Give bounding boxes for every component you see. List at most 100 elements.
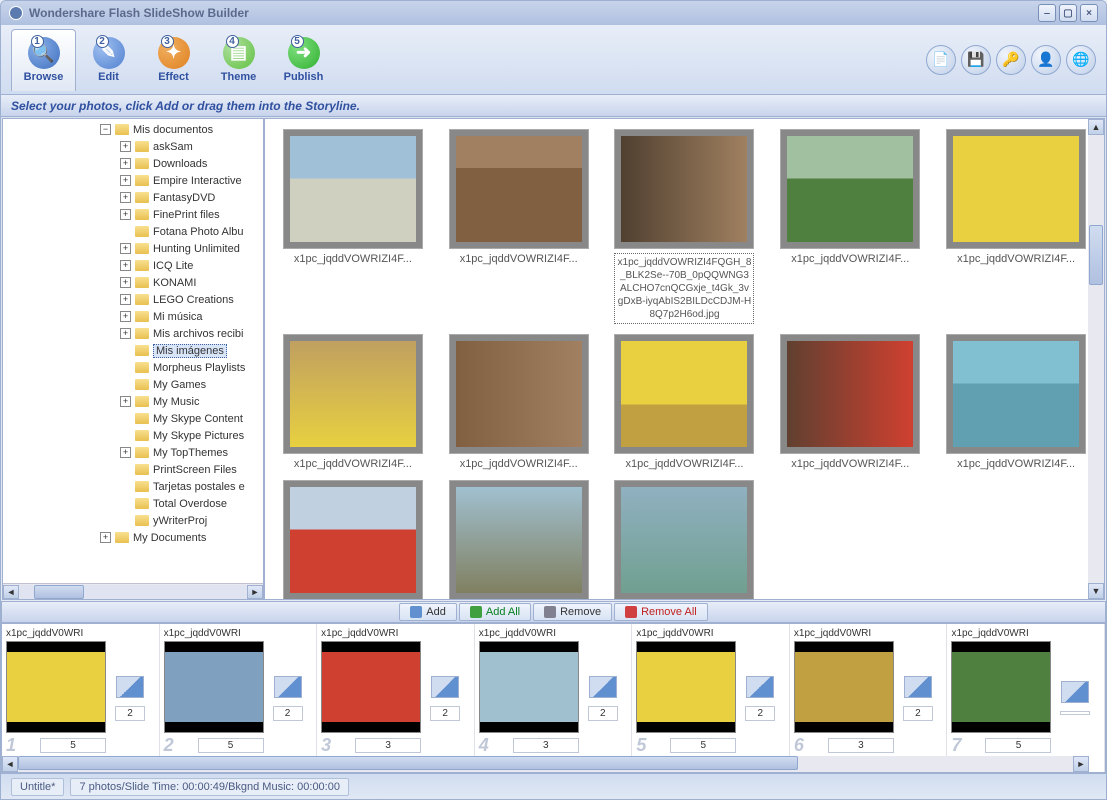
remove-icon — [544, 606, 556, 618]
tree-item[interactable]: +Downloads — [5, 155, 261, 172]
transition-duration[interactable]: 2 — [745, 706, 775, 721]
transition-duration[interactable]: 2 — [588, 706, 618, 721]
tree-item[interactable]: +My TopThemes — [5, 444, 261, 461]
story-duration[interactable]: 5 — [40, 738, 106, 753]
thumbnail-item[interactable]: x1pc_jqddVOWRIZI4F... — [441, 334, 597, 470]
thumbnail-item[interactable]: x1pc_jqddVOWRIZI4F... — [441, 480, 597, 600]
story-filename: x1pc_jqddV0WRI — [321, 628, 421, 639]
tree-item[interactable]: Total Overdose — [5, 495, 261, 512]
thumbnail-item[interactable]: x1pc_jqddVOWRIZI4FQGH_8_BLK2Se--70B_0pQQ… — [607, 129, 763, 324]
thumbnail-item[interactable]: x1pc_jqddVOWRIZI4F... — [938, 129, 1094, 324]
tree-item[interactable]: +FinePrint files — [5, 206, 261, 223]
scroll-left-icon[interactable]: ◄ — [2, 756, 18, 772]
remove-button[interactable]: Remove — [533, 603, 612, 621]
storyline-hscrollbar[interactable]: ◄ ► — [2, 756, 1089, 772]
tree-item[interactable]: +My Documents — [5, 529, 261, 546]
storyline-item[interactable]: x1pc_jqddV0WRI152 — [2, 624, 160, 772]
key-button[interactable]: 🔑 — [996, 45, 1026, 75]
tree-item[interactable]: +My Music — [5, 393, 261, 410]
transition-duration[interactable]: 2 — [115, 706, 145, 721]
thumbnail-item[interactable]: x1pc_jqddVOWRIZI4F... — [275, 334, 431, 470]
add-button[interactable]: Add — [399, 603, 457, 621]
transition-icon[interactable] — [746, 676, 774, 698]
story-duration[interactable]: 3 — [513, 738, 579, 753]
scroll-thumb[interactable] — [1089, 225, 1103, 285]
storyline-item[interactable]: x1pc_jqddV0WRI332 — [317, 624, 475, 772]
tab-edit[interactable]: 2✎ Edit — [76, 29, 141, 91]
storyline-item[interactable]: x1pc_jqddV0WRI632 — [790, 624, 948, 772]
globe-button[interactable]: 🌐 — [1066, 45, 1096, 75]
tab-effect[interactable]: 3✦ Effect — [141, 29, 206, 91]
transition-icon[interactable] — [904, 676, 932, 698]
tree-item[interactable]: Tarjetas postales e — [5, 478, 261, 495]
minimize-button[interactable]: ‒ — [1038, 4, 1056, 22]
tree-item[interactable]: PrintScreen Files — [5, 461, 261, 478]
tree-item[interactable]: +Hunting Unlimited — [5, 240, 261, 257]
tree-item[interactable]: yWriterProj — [5, 512, 261, 529]
scroll-up-icon[interactable]: ▲ — [1088, 119, 1104, 135]
document-button[interactable]: 📄 — [926, 45, 956, 75]
transition-duration[interactable] — [1060, 711, 1090, 715]
transition-icon[interactable] — [589, 676, 617, 698]
tree-item[interactable]: +KONAMI — [5, 274, 261, 291]
story-duration[interactable]: 5 — [198, 738, 264, 753]
thumbnail-item[interactable]: x1pc_jqddVOWRIZI4F... — [275, 129, 431, 324]
transition-duration[interactable]: 2 — [430, 706, 460, 721]
tree-item[interactable]: +Empire Interactive — [5, 172, 261, 189]
thumbnail-item[interactable]: x1pc_jqddVOWRIZI4F... — [441, 129, 597, 324]
tree-item[interactable]: +Mi música — [5, 308, 261, 325]
scroll-thumb[interactable] — [34, 585, 84, 599]
maximize-button[interactable]: ▢ — [1059, 4, 1077, 22]
scroll-right-icon[interactable]: ► — [247, 585, 263, 599]
scroll-right-icon[interactable]: ► — [1073, 756, 1089, 772]
tree-item[interactable]: +ICQ Lite — [5, 257, 261, 274]
thumbnail-item[interactable]: x1pc_jqddVOWRIZI4F... — [772, 334, 928, 470]
user-button[interactable]: 👤 — [1031, 45, 1061, 75]
tree-hscrollbar[interactable]: ◄ ► — [3, 583, 263, 599]
save-button[interactable]: 💾 — [961, 45, 991, 75]
scroll-thumb[interactable] — [18, 756, 798, 770]
tab-publish[interactable]: 5➜ Publish — [271, 29, 336, 91]
story-duration[interactable]: 3 — [828, 738, 894, 753]
scroll-down-icon[interactable]: ▼ — [1088, 583, 1104, 599]
thumbnail-item[interactable]: x1pc_jqddVOWRIZI4F... — [938, 334, 1094, 470]
transition-duration[interactable]: 2 — [903, 706, 933, 721]
tree-item[interactable]: +Mis archivos recibi — [5, 325, 261, 342]
thumbnail-item[interactable]: x1pc_jqddVOWRIZI4F... — [607, 334, 763, 470]
tab-browse[interactable]: 1🔍 Browse — [11, 29, 76, 91]
transition-icon[interactable] — [431, 676, 459, 698]
thumb-vscrollbar[interactable]: ▲ ▼ — [1088, 119, 1104, 599]
thumbnail-item[interactable]: x1pc_jqddVOWRIZI4F... — [275, 480, 431, 600]
storyline-item[interactable]: x1pc_jqddV0WRI432 — [475, 624, 633, 772]
scroll-left-icon[interactable]: ◄ — [3, 585, 19, 599]
tree-item[interactable]: My Games — [5, 376, 261, 393]
theme-icon: 4▤ — [223, 37, 255, 69]
tree-item[interactable]: +LEGO Creations — [5, 291, 261, 308]
close-button[interactable]: × — [1080, 4, 1098, 22]
tab-theme[interactable]: 4▤ Theme — [206, 29, 271, 91]
tree-item[interactable]: Morpheus Playlists — [5, 359, 261, 376]
story-duration[interactable]: 5 — [985, 738, 1051, 753]
thumbnail-item[interactable]: x1pc_jqddVOWRIZI4F... — [772, 129, 928, 324]
thumbnail-item[interactable]: x1pc_jqddVOWRIZI4F... — [607, 480, 763, 600]
story-duration[interactable]: 3 — [355, 738, 421, 753]
tree-item[interactable]: +FantasyDVD — [5, 189, 261, 206]
tree-item[interactable]: Fotana Photo Albu — [5, 223, 261, 240]
transition-duration[interactable]: 2 — [273, 706, 303, 721]
storyline-item[interactable]: x1pc_jqddV0WRI75 — [947, 624, 1105, 772]
transition-icon[interactable] — [1061, 681, 1089, 703]
thumbnail-grid: x1pc_jqddVOWRIZI4F...x1pc_jqddVOWRIZI4F.… — [275, 129, 1094, 600]
tree-item[interactable]: Mis imágenes — [5, 342, 261, 359]
add-all-button[interactable]: Add All — [459, 603, 531, 621]
story-duration[interactable]: 5 — [670, 738, 736, 753]
tree-item[interactable]: My Skype Content — [5, 410, 261, 427]
tree-root[interactable]: −Mis documentos — [5, 121, 261, 138]
transition-icon[interactable] — [116, 676, 144, 698]
remove-all-button[interactable]: Remove All — [614, 603, 708, 621]
transition-icon[interactable] — [274, 676, 302, 698]
tree-item[interactable]: My Skype Pictures — [5, 427, 261, 444]
storyline-item[interactable]: x1pc_jqddV0WRI252 — [160, 624, 318, 772]
folder-tree[interactable]: −Mis documentos+askSam+Downloads+Empire … — [3, 119, 263, 583]
storyline-item[interactable]: x1pc_jqddV0WRI552 — [632, 624, 790, 772]
tree-item[interactable]: +askSam — [5, 138, 261, 155]
